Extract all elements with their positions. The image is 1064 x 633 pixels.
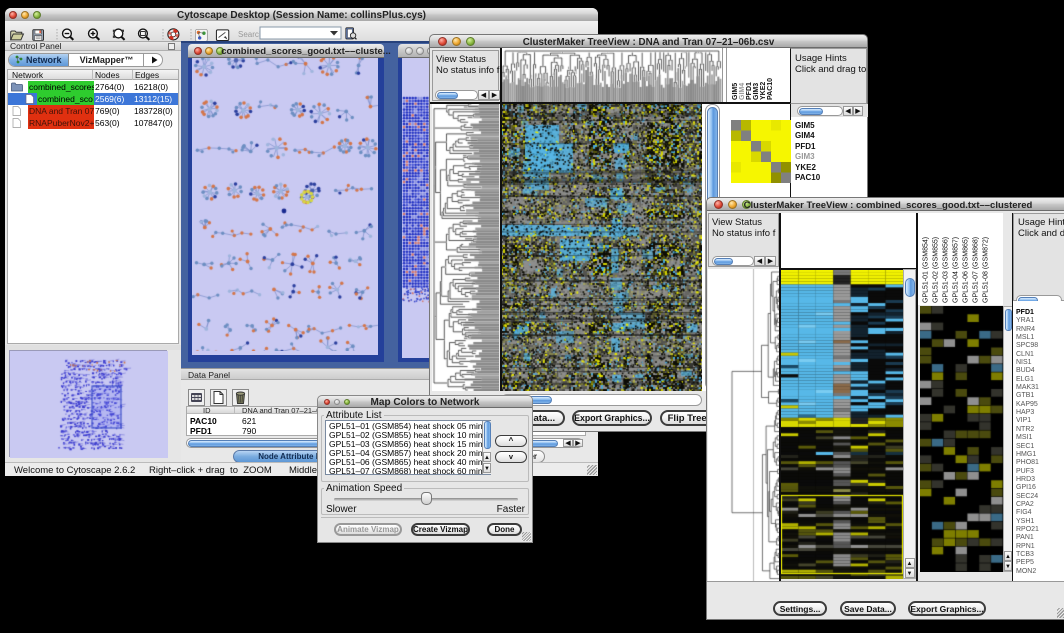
svg-text:GPL51-04 (GSM857): GPL51-04 (GSM857)	[953, 237, 960, 303]
svg-text:GPL51-07 (GSM868): GPL51-07 (GSM868)	[973, 237, 980, 303]
svg-text:YKE2: YKE2	[760, 82, 767, 100]
svg-text:GIM4: GIM4	[739, 83, 746, 100]
svg-text:GPL51-03 (GSM856): GPL51-03 (GSM856)	[943, 237, 950, 303]
svg-text:GIM3: GIM3	[753, 83, 760, 100]
svg-text:GIM5: GIM5	[732, 83, 739, 100]
svg-text:PAC10: PAC10	[767, 78, 774, 100]
svg-text:GPL51-06 (GSM865): GPL51-06 (GSM865)	[963, 237, 970, 303]
svg-text:GPL51-01 (GSM854): GPL51-01 (GSM854)	[923, 237, 930, 303]
svg-text:GPL51-08 (GSM872): GPL51-08 (GSM872)	[983, 237, 990, 303]
svg-text:PFD1: PFD1	[746, 82, 753, 100]
svg-text:GPL51-02 (GSM855): GPL51-02 (GSM855)	[933, 237, 940, 303]
